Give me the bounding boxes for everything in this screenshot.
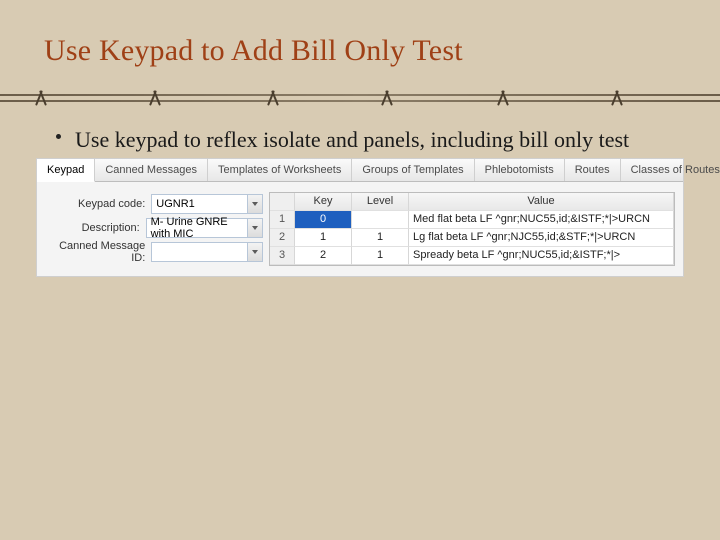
grid-cell-level[interactable] [352,211,409,229]
grid-cell-value[interactable]: Spready beta LF ^gnr;NUC55,id;&ISTF;*|> [409,247,674,265]
grid-cell-value[interactable]: Lg flat beta LF ^gnr;NJC55,id;&STF;*|>UR… [409,229,674,247]
bullet-text: Use keypad to reflex isolate and panels,… [75,126,629,154]
tab-groups-of-templates[interactable]: Groups of Templates [352,159,474,181]
keypad-code-combo[interactable]: UGNR1 [151,194,263,214]
chevron-down-icon[interactable] [247,195,262,213]
grid-row[interactable]: 1 0 Med flat beta LF ^gnr;NUC55,id;&ISTF… [270,211,674,229]
tab-canned-messages[interactable]: Canned Messages [95,159,208,181]
grid-row[interactable]: 2 1 1 Lg flat beta LF ^gnr;NJC55,id;&STF… [270,229,674,247]
description-combo[interactable]: M- Urine GNRE with MIC [146,218,263,238]
description-value: M- Urine GNRE with MIC [151,216,248,240]
grid-cell-value[interactable]: Med flat beta LF ^gnr;NUC55,id;&ISTF;*|>… [409,211,674,229]
grid-header-blank [270,193,295,211]
grid-cell-key[interactable]: 1 [295,229,352,247]
chevron-down-icon[interactable] [247,219,262,237]
grid-cell-key[interactable]: 2 [295,247,352,265]
form-area: Keypad code: UGNR1 Description: M- Urine… [37,182,683,276]
tab-keypad[interactable]: Keypad [37,159,95,182]
tab-phlebotomists[interactable]: Phlebotomists [475,159,565,181]
slide-title: Use Keypad to Add Bill Only Test [0,0,720,68]
grid-cell-key[interactable]: 0 [295,211,352,229]
screenshot-panel: Keypad Canned Messages Templates of Work… [36,158,684,277]
barbed-wire-divider [0,82,720,112]
keypad-code-label: Keypad code: [45,198,151,210]
tab-strip: Keypad Canned Messages Templates of Work… [37,159,683,182]
grid-header-key[interactable]: Key [295,193,352,211]
tab-routes[interactable]: Routes [565,159,621,181]
description-label: Description: [45,222,146,234]
slide: Use Keypad to Add Bill Only Test Use key… [0,0,720,540]
grid-row-number: 2 [270,229,295,247]
grid-header-level[interactable]: Level [352,193,409,211]
grid-row[interactable]: 3 2 1 Spready beta LF ^gnr;NUC55,id;&IST… [270,247,674,265]
canned-message-id-combo[interactable] [151,242,263,262]
grid-row-number: 3 [270,247,295,265]
grid-header-row: Key Level Value [270,193,674,211]
keypad-code-value: UGNR1 [156,198,195,210]
tab-templates-of-worksheets[interactable]: Templates of Worksheets [208,159,352,181]
grid-cell-level[interactable]: 1 [352,229,409,247]
bullet-item: Use keypad to reflex isolate and panels,… [0,112,720,154]
grid-cell-level[interactable]: 1 [352,247,409,265]
chevron-down-icon[interactable] [247,243,262,261]
grid-row-number: 1 [270,211,295,229]
tab-classes-of-routes[interactable]: Classes of Routes [621,159,720,181]
grid-header-value[interactable]: Value [409,193,674,211]
canned-message-id-label: Canned Message ID: [45,240,151,264]
bullet-dot-icon [56,134,61,139]
keypad-grid[interactable]: Key Level Value 1 0 Med flat beta LF ^gn… [269,192,675,266]
form-left: Keypad code: UGNR1 Description: M- Urine… [45,192,263,266]
